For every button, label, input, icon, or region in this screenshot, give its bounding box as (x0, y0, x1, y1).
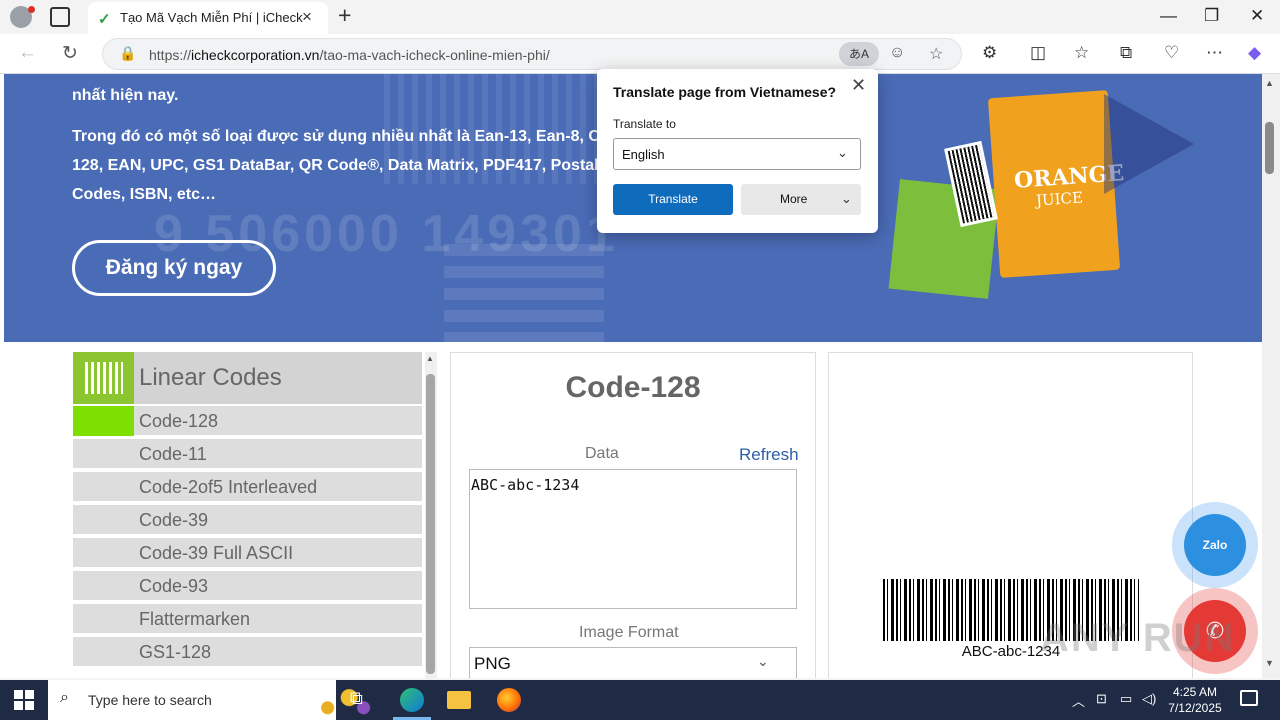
clock-date: 7/12/2025 (1168, 701, 1222, 715)
code-item-code-39[interactable]: Code-39 (73, 505, 422, 535)
split-screen-icon[interactable]: ◫ (1030, 43, 1046, 63)
taskbar-clock[interactable]: 4:25 AM 7/12/2025 (1160, 684, 1230, 716)
tab-actions-icon[interactable] (50, 7, 70, 27)
translate-to-label: Translate to (613, 117, 676, 131)
register-button[interactable]: Đăng ký ngay (72, 240, 276, 296)
page-scroll-up-icon[interactable]: ▲ (1265, 78, 1274, 88)
reader-icon[interactable]: ☺ (889, 44, 905, 62)
windows-start-icon[interactable] (14, 690, 34, 710)
code-item-code-11[interactable]: Code-11 (73, 439, 422, 469)
data-textarea[interactable]: ABC-abc-1234 (469, 469, 797, 609)
restore-icon[interactable]: ❐ (1204, 6, 1219, 26)
refresh-link[interactable]: Refresh (739, 445, 799, 465)
linear-codes-panel: Linear Codes Code-128 Code-11 Code-2of5 … (73, 352, 437, 678)
codes-header: Linear Codes (73, 352, 422, 404)
browser-toolbar: ← ↻ 🔒 https://icheckcorporation.vn/tao-m… (0, 34, 1280, 74)
volume-icon[interactable]: ◁) (1142, 691, 1156, 707)
tab-bar: ✓ Tạo Mã Vạch Miễn Phí | iCheck × + — ❐ … (0, 0, 1280, 34)
network-icon[interactable]: ▭ (1120, 691, 1132, 707)
search-placeholder: Type here to search (88, 692, 212, 708)
code-item-gs1-128[interactable]: GS1-128 (73, 637, 422, 667)
active-tab[interactable]: ✓ Tạo Mã Vạch Miễn Phí | iCheck × (88, 2, 328, 34)
minimize-icon[interactable]: — (1160, 6, 1177, 26)
popup-close-icon[interactable]: ✕ (851, 75, 866, 96)
search-highlight-image (306, 684, 378, 718)
selected-indicator (73, 406, 134, 436)
file-explorer-icon[interactable] (447, 691, 471, 709)
symbology-title: Code-128 (565, 371, 701, 404)
tray-device-icon[interactable]: ⊡ (1096, 691, 1107, 707)
edge-icon[interactable] (400, 688, 424, 712)
taskbar: ⌕ Type here to search ⧉ ︿ ⊡ ▭ ◁) 4:25 AM… (0, 680, 1280, 720)
back-icon[interactable]: ← (18, 42, 37, 64)
image-format-select[interactable]: PNG (469, 647, 797, 678)
juice-label: JUICE (1035, 188, 1084, 210)
new-tab-icon[interactable]: + (338, 2, 351, 29)
zalo-chat-button[interactable]: Zalo (1172, 502, 1258, 588)
browser-essentials-icon[interactable]: ♡ (1164, 43, 1179, 63)
hero-text-top: nhất hiện nay. (72, 87, 179, 104)
favorite-star-icon[interactable]: ☆ (929, 44, 943, 64)
translate-popup-title: Translate page from Vietnamese? (613, 84, 837, 100)
language-select[interactable]: English (613, 138, 861, 170)
code-item-code-2of5[interactable]: Code-2of5 Interleaved (73, 472, 422, 502)
translate-button[interactable]: Translate (613, 184, 733, 215)
profile-badge (28, 6, 35, 13)
scroll-up-icon[interactable]: ▲ (426, 354, 434, 363)
favorites-icon[interactable]: ☆ (1074, 43, 1089, 63)
taskbar-search[interactable]: ⌕ Type here to search (48, 680, 378, 720)
url-text[interactable]: https://icheckcorporation.vn/tao-ma-vach… (149, 47, 550, 63)
codes-scroll-thumb[interactable] (426, 374, 435, 674)
code-item-flattermarken[interactable]: Flattermarken (73, 604, 422, 634)
anyrun-watermark: ANY RUN (1040, 616, 1236, 660)
search-icon: ⌕ (60, 689, 69, 706)
clock-time: 4:25 AM (1172, 685, 1218, 699)
translate-popup: Translate page from Vietnamese? ✕ Transl… (597, 69, 878, 233)
barcode-icon (73, 352, 134, 404)
juice-illustration: ORANGE JUICE (864, 74, 1125, 299)
settings-more-icon[interactable]: ⋯ (1206, 43, 1223, 63)
extensions-icon[interactable]: ⚙ (982, 43, 997, 63)
tab-close-icon[interactable]: × (302, 7, 312, 27)
page-scroll-down-icon[interactable]: ▼ (1265, 658, 1274, 668)
barcode-form: Code-128 Data Refresh ABC-abc-1234 Image… (450, 352, 816, 678)
code-item-code-93[interactable]: Code-93 (73, 571, 422, 601)
notifications-icon[interactable] (1240, 690, 1258, 706)
code-item-code-128[interactable]: Code-128 (73, 406, 422, 436)
lock-icon[interactable]: 🔒 (119, 45, 136, 62)
chevron-down-icon[interactable]: ⌄ (841, 191, 852, 207)
icheck-favicon-icon: ✓ (98, 11, 111, 28)
code-item-code-39-full-ascii[interactable]: Code-39 Full ASCII (73, 538, 422, 568)
page-scroll-thumb[interactable] (1265, 122, 1274, 174)
chevron-down-icon[interactable]: ⌄ (757, 653, 769, 670)
task-view-icon[interactable]: ⧉ (350, 688, 363, 709)
address-bar[interactable]: 🔒 https://icheckcorporation.vn/tao-ma-va… (102, 38, 962, 70)
data-label: Data (585, 445, 619, 462)
chevron-down-icon[interactable]: ⌄ (837, 145, 848, 161)
codes-header-title: Linear Codes (139, 364, 282, 391)
copilot-icon[interactable]: ◆ (1248, 43, 1261, 63)
window-close-icon[interactable]: ✕ (1250, 6, 1264, 26)
arrow-decoration (1104, 94, 1194, 194)
image-format-label: Image Format (579, 624, 679, 641)
collections-icon[interactable]: ⧉ (1120, 43, 1132, 63)
hero-paragraph: Trong đó có một số loại được sử dụng nhi… (72, 128, 610, 203)
translate-icon[interactable]: あA (839, 42, 879, 66)
tab-title: Tạo Mã Vạch Miễn Phí | iCheck (120, 10, 303, 25)
tray-chevron-up-icon[interactable]: ︿ (1072, 691, 1085, 710)
firefox-icon[interactable] (497, 688, 521, 712)
zalo-icon: Zalo (1184, 514, 1246, 576)
reload-icon[interactable]: ↻ (62, 42, 78, 65)
